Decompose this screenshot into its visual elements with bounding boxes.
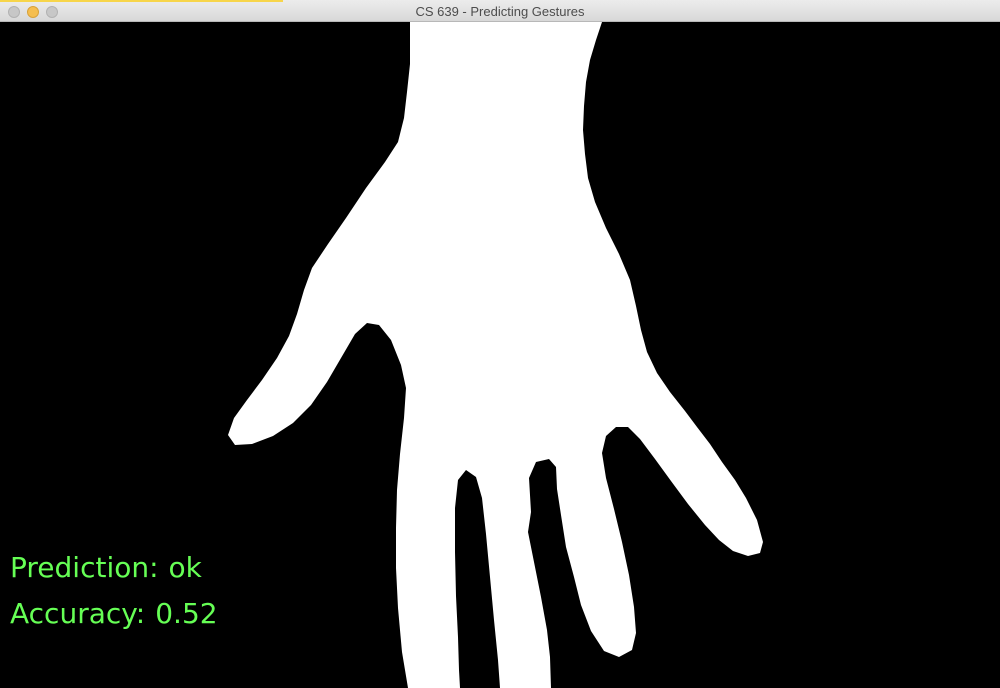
prediction-label: Prediction:: [10, 551, 159, 584]
accuracy-readout: Accuracy: 0.52: [10, 598, 218, 630]
accuracy-value: 0.52: [155, 597, 218, 630]
video-preview: Prediction: ok Accuracy: 0.52: [0, 22, 1000, 688]
window-titlebar[interactable]: CS 639 - Predicting Gestures: [0, 0, 1000, 22]
window-title: CS 639 - Predicting Gestures: [415, 4, 585, 19]
app-window: CS 639 - Predicting Gestures Prediction:…: [0, 0, 1000, 688]
hand-mask: [228, 22, 763, 688]
prediction-value: ok: [168, 551, 202, 584]
accuracy-label: Accuracy:: [10, 597, 146, 630]
prediction-readout: Prediction: ok: [10, 552, 202, 584]
